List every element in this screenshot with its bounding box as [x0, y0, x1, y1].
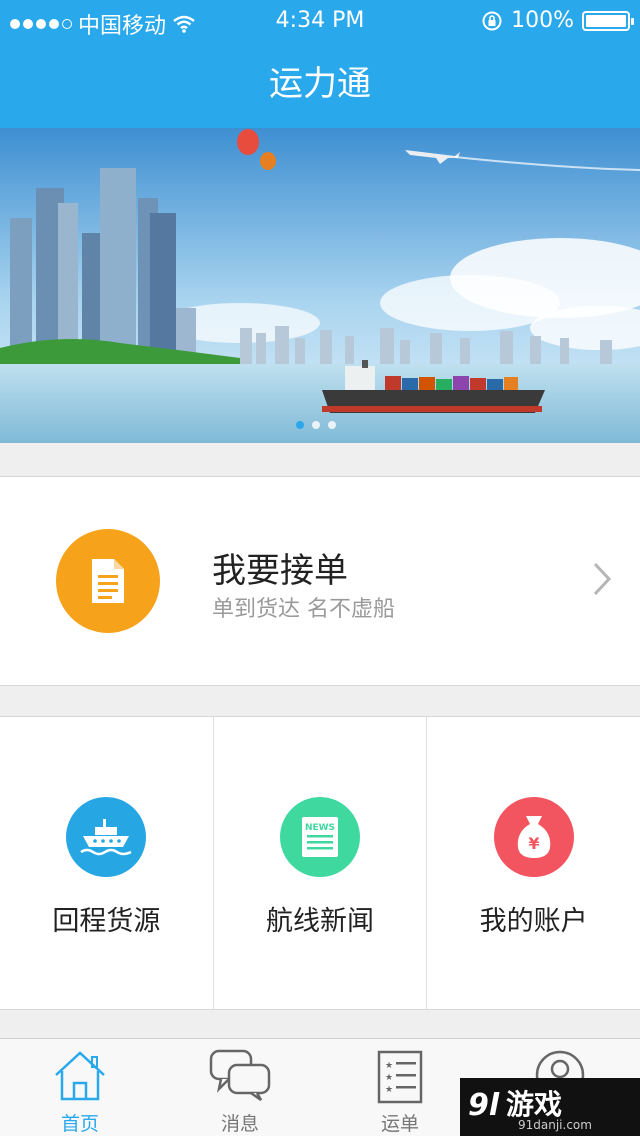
accept-order-card[interactable]: 我要接单 单到货达 名不虚船	[0, 476, 640, 686]
document-icon	[92, 559, 124, 603]
banner-carousel[interactable]	[0, 128, 640, 443]
tab-label: 运单	[380, 1113, 419, 1135]
tab-label: 首页	[60, 1113, 99, 1135]
battery-icon	[582, 10, 634, 31]
feature-return-cargo[interactable]: 回程货源	[0, 717, 214, 1009]
feature-route-news[interactable]: NEWS 航线新闻	[214, 717, 428, 1009]
tab-waybill[interactable]: ★ ★ ★ 运单	[320, 1039, 480, 1136]
status-bar: 中国移动 4:34 PM 100%	[0, 0, 640, 40]
list-icon: ★ ★ ★	[377, 1050, 423, 1104]
tab-label: 消息	[220, 1113, 259, 1135]
feature-grid: 回程货源 NEWS 航线新闻 ¥ 我的账户	[0, 716, 640, 1010]
pager-dot[interactable]	[296, 421, 304, 429]
chevron-right-icon	[593, 562, 612, 596]
feature-icon-circle: NEWS	[280, 797, 360, 877]
money-bag-icon: ¥	[517, 816, 550, 858]
watermark-url: 91danji.com	[518, 1118, 592, 1132]
svg-text:★: ★	[385, 1085, 393, 1095]
tab-home[interactable]: 首页	[0, 1039, 160, 1136]
order-icon-circle	[56, 529, 160, 633]
feature-label: 我的账户	[479, 906, 588, 937]
feature-icon-circle: ¥	[493, 797, 574, 877]
ship-icon	[80, 819, 132, 856]
watermark-text: 游戏	[506, 1088, 563, 1121]
page-title: 运力通	[269, 64, 371, 104]
svg-text:NEWS: NEWS	[305, 823, 335, 833]
svg-text:★: ★	[385, 1061, 393, 1071]
nav-bar: 运力通	[0, 40, 640, 128]
chat-icon	[209, 1049, 271, 1101]
svg-text:¥: ¥	[528, 834, 539, 853]
pager-dot[interactable]	[328, 421, 336, 429]
order-title: 我要接单	[212, 551, 348, 591]
feature-my-account[interactable]: ¥ 我的账户	[427, 717, 640, 1009]
news-icon: NEWS	[302, 817, 338, 857]
feature-icon-circle	[66, 797, 147, 877]
watermark: 9l 游戏 91danji.com	[460, 1078, 640, 1136]
pager-dot[interactable]	[312, 421, 320, 429]
banner-image	[0, 128, 640, 443]
feature-label: 回程货源	[52, 906, 161, 937]
feature-label: 航线新闻	[266, 906, 374, 937]
battery-percent: 100%	[511, 8, 574, 33]
tab-messages[interactable]: 消息	[160, 1039, 320, 1136]
carousel-pager[interactable]	[296, 421, 336, 429]
order-subtitle: 单到货达 名不虚船	[212, 597, 395, 622]
rotation-lock-icon	[482, 11, 502, 30]
svg-text:★: ★	[385, 1073, 393, 1083]
watermark-logo: 9l	[468, 1088, 500, 1123]
home-icon	[55, 1051, 105, 1101]
